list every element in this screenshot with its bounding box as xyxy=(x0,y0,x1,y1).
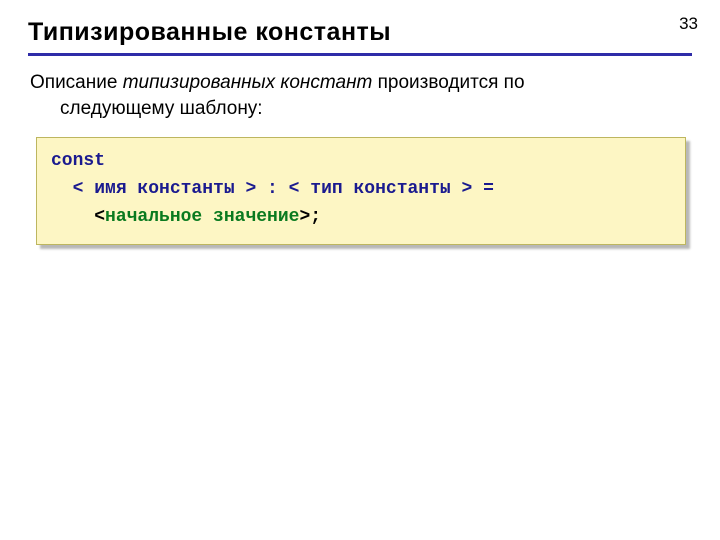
code-ident-type: тип константы xyxy=(310,179,450,199)
intro-line1-post: производится по xyxy=(372,72,524,93)
slide-title: Типизированные константы xyxy=(28,18,692,51)
intro-text: Описание типизированных констант произво… xyxy=(28,70,692,121)
intro-line1-em: типизированных констант xyxy=(123,72,373,93)
code-gt-eq: > = xyxy=(451,179,494,199)
page-number: 33 xyxy=(679,14,698,34)
code-gt-semi: >; xyxy=(299,207,321,227)
title-rule xyxy=(28,53,692,56)
code-mid: > : < xyxy=(235,179,311,199)
code-init-value: начальное значение xyxy=(105,207,299,227)
code-lt2: < xyxy=(51,207,105,227)
code-lt1: < xyxy=(51,179,94,199)
intro-line1-pre: Описание xyxy=(30,72,123,93)
code-ident-name: имя константы xyxy=(94,179,234,199)
code-const: const xyxy=(51,151,105,171)
code-block: const < имя константы > : < тип констант… xyxy=(36,137,686,245)
code-content: const < имя константы > : < тип констант… xyxy=(36,137,686,245)
intro-line2: следующему шаблону: xyxy=(30,96,692,122)
